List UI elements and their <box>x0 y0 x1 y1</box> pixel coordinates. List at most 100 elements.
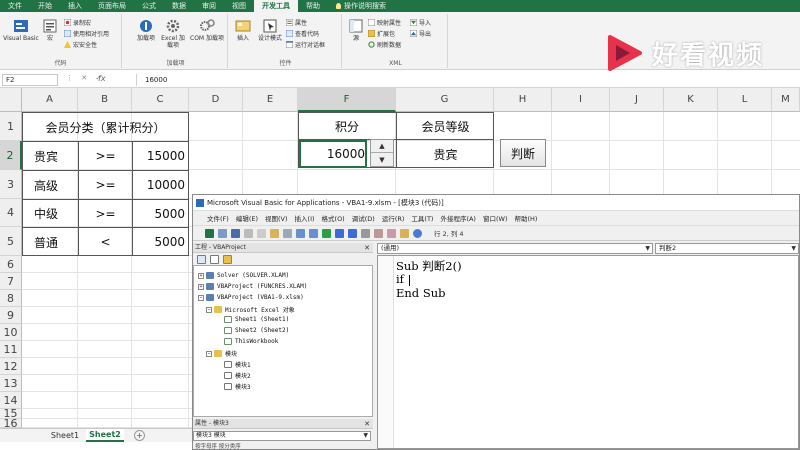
object-dropdown[interactable]: (通用) ▼ <box>377 243 653 254</box>
view-code-icon[interactable] <box>197 254 206 264</box>
chevron-down-icon[interactable]: ▼ <box>645 244 650 253</box>
tree-node[interactable]: Sheet2 (Sheet2) <box>224 327 289 334</box>
menu-tools[interactable]: 工具(T) <box>411 213 433 223</box>
tree-node[interactable]: 模块1 <box>224 360 251 369</box>
row-header-10[interactable]: 10 <box>0 324 22 341</box>
export-button[interactable]: 导出 <box>410 29 431 38</box>
column-header-h[interactable]: H <box>494 88 552 112</box>
tree-node[interactable]: − 模块 <box>206 349 237 358</box>
column-header-i[interactable]: I <box>552 88 610 112</box>
column-header-f[interactable]: F <box>298 88 396 112</box>
com-addins-button[interactable]: COM 加载项 <box>188 18 226 42</box>
tree-node[interactable]: 模块3 <box>224 382 251 391</box>
insert-module-icon[interactable] <box>218 228 227 238</box>
view-object-icon[interactable] <box>210 254 219 264</box>
column-header-m[interactable]: M <box>772 88 800 112</box>
toggle-folders-icon[interactable] <box>223 254 232 264</box>
name-box[interactable]: F2 <box>2 74 58 86</box>
redo-icon[interactable] <box>309 228 318 238</box>
column-header-g[interactable]: G <box>396 88 494 112</box>
tree-node[interactable]: − VBAProject (VBA1-9.xlsm) <box>198 294 304 301</box>
row-header-6[interactable]: 6 <box>0 256 22 273</box>
tab-developer[interactable]: 开发工具 <box>254 0 298 12</box>
menu-help[interactable]: 帮助(H) <box>514 213 537 223</box>
insert-control-button[interactable]: 插入 <box>232 18 254 42</box>
column-header-l[interactable]: L <box>718 88 772 112</box>
macro-security-button[interactable]: 宏安全性 <box>64 40 97 49</box>
tree-node[interactable]: − Microsoft Excel 对象 <box>206 305 295 314</box>
tree-node[interactable]: Sheet1 (Sheet1) <box>224 316 289 323</box>
tree-node[interactable]: + VBAProject (FUNCRES.XLAM) <box>198 283 307 290</box>
column-header-k[interactable]: K <box>664 88 718 112</box>
spin-up-icon[interactable]: ▲ <box>371 140 393 153</box>
menu-window[interactable]: 窗口(W) <box>483 213 508 223</box>
addins-button[interactable]: 加载项 <box>134 18 158 42</box>
tab-view[interactable]: 视图 <box>224 0 254 12</box>
close-icon[interactable]: ✕ <box>364 419 370 429</box>
procedure-dropdown[interactable]: 判断2 ▼ <box>655 243 799 254</box>
design-mode-icon[interactable] <box>361 228 370 238</box>
properties-object-select[interactable]: 模块3 模块 ▼ <box>193 431 371 441</box>
macros-button[interactable]: 宏 <box>42 18 58 42</box>
level-cell[interactable]: 高级 <box>34 171 78 199</box>
tab-data[interactable]: 数据 <box>164 0 194 12</box>
import-button[interactable]: 导入 <box>410 18 431 27</box>
code-line[interactable]: End Sub <box>396 286 445 300</box>
relative-reference-button[interactable]: 使用相对引用 <box>64 29 109 38</box>
level-cell[interactable]: 普通 <box>34 228 78 256</box>
row-header-11[interactable]: 11 <box>0 341 22 358</box>
run-dialog-button[interactable]: 运行对话框 <box>286 40 325 49</box>
table-title[interactable]: 会员分类（累计积分） <box>22 113 189 141</box>
row-header-7[interactable]: 7 <box>0 273 22 290</box>
row-header-5[interactable]: 5 <box>0 227 22 256</box>
chevron-down-icon[interactable]: ▼ <box>363 432 368 440</box>
points-input-cell[interactable]: 16000 <box>299 140 367 168</box>
reset-icon[interactable] <box>348 228 357 238</box>
level-cell[interactable]: 中级 <box>34 200 78 227</box>
sheet-tab-sheet2[interactable]: Sheet2 <box>86 429 124 442</box>
level-result-cell[interactable]: 贵宾 <box>397 140 494 168</box>
help-icon[interactable] <box>413 228 422 238</box>
excel-addins-button[interactable]: Excel 加载项 <box>160 18 186 49</box>
collapse-icon[interactable]: − <box>206 350 212 357</box>
design-mode-button[interactable]: 设计模式 <box>256 18 284 42</box>
map-properties-button[interactable]: 映射属性 <box>368 18 401 27</box>
sheet-tab-sheet1[interactable]: Sheet1 <box>46 429 84 442</box>
menu-addins[interactable]: 外接程序(A) <box>440 213 476 223</box>
points-cell[interactable]: 15000 <box>133 142 185 170</box>
spin-down-icon[interactable]: ▼ <box>371 153 393 166</box>
refresh-data-button[interactable]: 刷新数据 <box>368 40 401 49</box>
row-header-1[interactable]: 1 <box>0 112 22 141</box>
excel-view-icon[interactable] <box>205 228 214 238</box>
operator-cell[interactable]: >= <box>79 200 132 227</box>
row-header-16[interactable]: 16 <box>0 417 22 430</box>
level-header[interactable]: 会员等级 <box>397 113 494 139</box>
column-header-a[interactable]: A <box>22 88 78 112</box>
row-header-12[interactable]: 12 <box>0 358 22 375</box>
column-header-e[interactable]: E <box>243 88 298 112</box>
properties-tabs[interactable]: 按字母序 按分类序 <box>193 442 371 450</box>
operator-cell[interactable]: >= <box>79 171 132 199</box>
visual-basic-button[interactable]: Visual Basic <box>2 18 40 42</box>
operator-cell[interactable]: < <box>79 228 132 256</box>
row-header-2[interactable]: 2 <box>0 141 22 170</box>
menu-format[interactable]: 格式(O) <box>322 213 345 223</box>
close-icon[interactable]: ✕ <box>364 243 370 253</box>
tell-me-search[interactable]: 操作说明搜索 <box>328 0 394 12</box>
column-header-b[interactable]: B <box>78 88 132 112</box>
tree-node[interactable]: + Solver (SOLVER.XLAM) <box>198 272 289 279</box>
project-explorer-icon[interactable] <box>374 228 383 238</box>
tree-node[interactable]: ThisWorkbook <box>224 338 278 345</box>
xml-source-button[interactable]: 源 <box>348 18 364 42</box>
row-header-8[interactable]: 8 <box>0 290 22 307</box>
level-cell[interactable]: 贵宾 <box>34 142 78 170</box>
paste-icon[interactable] <box>270 228 279 238</box>
menu-run[interactable]: 运行(R) <box>382 213 405 223</box>
tab-formulas[interactable]: 公式 <box>134 0 164 12</box>
column-header-j[interactable]: J <box>610 88 664 112</box>
properties-button[interactable]: 属性 <box>286 18 307 27</box>
collapse-icon[interactable]: − <box>206 306 212 313</box>
collapse-icon[interactable]: − <box>198 294 204 301</box>
operator-cell[interactable]: >= <box>79 142 132 170</box>
undo-icon[interactable] <box>296 228 305 238</box>
